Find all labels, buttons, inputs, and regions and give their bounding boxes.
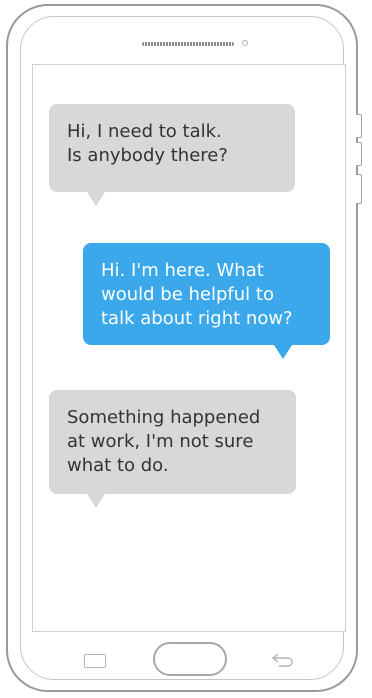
chat-message-incoming: Hi, I need to talk. Is anybody there? <box>49 104 295 206</box>
side-button-upper[interactable] <box>356 114 362 138</box>
recent-apps-icon[interactable] <box>84 654 106 668</box>
earpiece-speaker <box>142 42 234 46</box>
chat-message-outgoing: Hi. I'm here. What would be helpful to t… <box>83 243 330 359</box>
front-camera-icon <box>242 40 248 46</box>
back-arrow-icon[interactable] <box>270 650 296 670</box>
home-button-icon[interactable] <box>153 642 227 676</box>
phone-mockup: Hi, I need to talk. Is anybody there? Hi… <box>0 0 372 698</box>
side-button-lower[interactable] <box>356 174 362 204</box>
side-button-middle[interactable] <box>356 142 362 166</box>
chat-message-incoming: Something happened at work, I'm not sure… <box>49 390 296 508</box>
